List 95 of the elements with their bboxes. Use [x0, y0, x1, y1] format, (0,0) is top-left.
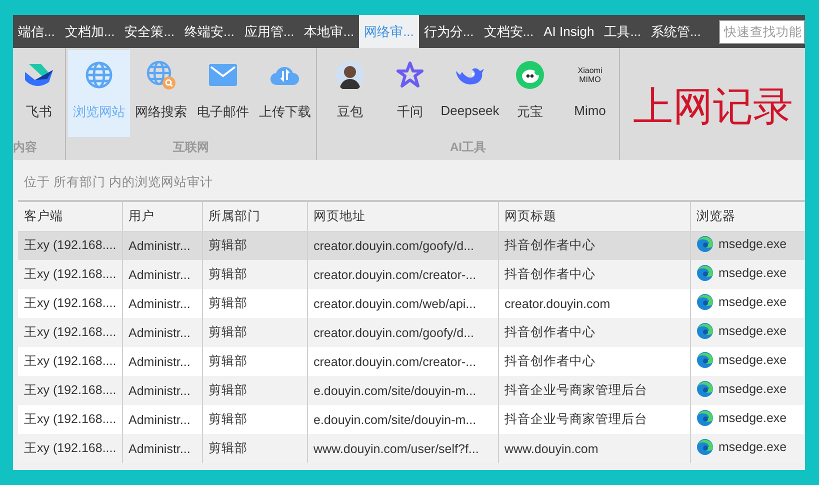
envelope-icon — [209, 64, 237, 86]
menu-tab[interactable]: 文档加... — [60, 15, 120, 48]
globe-search-icon — [146, 60, 176, 90]
browser-name: msedge.exe — [718, 324, 787, 338]
browser-icon — [696, 352, 712, 368]
menu-tab[interactable]: 本地审... — [299, 15, 360, 48]
table-cell: 抖音企业号商家管理后台 — [498, 405, 690, 434]
overlay-caption: 上网记录 — [633, 87, 793, 127]
table-cell: www.douyin.com — [498, 434, 690, 463]
menu-tab[interactable]: 文档安... — [478, 15, 539, 48]
browser-name: msedge.exe — [718, 295, 787, 309]
browser-icon — [696, 265, 712, 281]
browser-icon — [696, 410, 712, 426]
table-cell: Administr... — [122, 376, 202, 405]
table-cell: Administr... — [122, 260, 202, 289]
browser-icon — [696, 323, 712, 339]
table-cell: 抖音创作者中心 — [498, 260, 690, 289]
table-cell: creator.douyin.com/creator-... — [307, 260, 498, 289]
table-cell: 王xy (192.168.... — [18, 405, 122, 434]
browser-icon — [696, 381, 712, 397]
group-label: 互联网 — [172, 139, 210, 156]
column-header[interactable]: 所属部门 — [202, 202, 307, 231]
menu-tab[interactable]: 系统管... — [646, 15, 706, 48]
globe-icon — [85, 61, 113, 89]
table-cell: 王xy (192.168.... — [18, 231, 122, 260]
browser-name: msedge.exe — [718, 440, 787, 454]
browser-name: msedge.exe — [718, 353, 787, 367]
table-cell: Administr... — [122, 289, 202, 318]
browser-icon — [696, 439, 712, 455]
table-cell: 王xy (192.168.... — [18, 289, 122, 318]
browser-icon — [696, 294, 712, 310]
table-cell: 抖音创作者中心 — [498, 318, 690, 347]
table-cell: Administr... — [122, 318, 202, 347]
table-cell: 王xy (192.168.... — [18, 434, 122, 463]
ribbon-button[interactable]: 豆包 — [321, 50, 379, 137]
ribbon-button[interactable]: 上传下载 — [254, 50, 316, 137]
table-cell: 剪辑部 — [202, 318, 307, 347]
search-field[interactable]: 快速查找功能 — [719, 20, 805, 44]
browser-name: msedge.exe — [718, 411, 787, 425]
column-header[interactable]: 网页地址 — [307, 202, 498, 231]
menu-tab[interactable]: 端信... — [13, 15, 60, 48]
table-cell: 剪辑部 — [202, 231, 307, 260]
menu-tab[interactable]: 安全策... — [120, 15, 180, 48]
group-label: AI工具 — [449, 139, 487, 156]
browser-name: msedge.exe — [718, 382, 787, 396]
star-icon — [396, 61, 424, 89]
column-header[interactable]: 用户 — [122, 202, 202, 231]
table-cell: e.douyin.com/site/douyin-m... — [307, 405, 498, 434]
browser-name: msedge.exe — [718, 237, 787, 252]
cloud-icon — [270, 64, 300, 86]
table-cell: 抖音创作者中心 — [498, 347, 690, 376]
table-cell: 王xy (192.168.... — [18, 260, 122, 289]
column-header[interactable]: 客户端 — [18, 202, 122, 231]
table-cell: creator.douyin.com/web/api... — [307, 289, 498, 318]
bird-icon — [24, 63, 54, 87]
browser-icon — [696, 236, 712, 252]
column-header[interactable]: 浏览器 — [690, 202, 805, 231]
ribbon-button[interactable]: 网络搜索 — [130, 50, 192, 137]
table-cell: 剪辑部 — [202, 405, 307, 434]
ribbon-button[interactable]: 飞书 — [13, 50, 65, 137]
table-cell: 王xy (192.168.... — [18, 376, 122, 405]
table-cell: 剪辑部 — [202, 347, 307, 376]
column-header[interactable]: 网页标题 — [498, 202, 690, 231]
table-cell: creator.douyin.com — [498, 289, 690, 318]
menu-tab[interactable]: 行为分... — [418, 15, 479, 48]
browser-name: msedge.exe — [718, 266, 787, 280]
menu-tab[interactable]: 应用管... — [239, 15, 300, 48]
table-cell: Administr... — [122, 405, 202, 434]
table-cell: 剪辑部 — [202, 434, 307, 463]
avatar-icon — [336, 61, 364, 89]
ribbon-button[interactable]: 千问 — [381, 50, 439, 137]
ribbon-button[interactable]: 电子邮件 — [192, 50, 254, 137]
table-cell: www.douyin.com/user/self?f... — [307, 434, 498, 463]
table-cell: 抖音创作者中心 — [498, 231, 690, 260]
table-cell: Administr... — [122, 231, 202, 260]
menu-tab[interactable]: 终端安... — [180, 15, 240, 48]
table-cell: 王xy (192.168.... — [18, 347, 122, 376]
table-cell: 剪辑部 — [202, 376, 307, 405]
menu-tab[interactable]: 工具... — [599, 15, 646, 48]
table-cell: Administr... — [122, 434, 202, 463]
menu-tab[interactable]: AI Insigh — [538, 15, 600, 48]
table-cell: 抖音企业号商家管理后台 — [498, 376, 690, 405]
group-label: 内容 — [13, 139, 38, 156]
table-cell: creator.douyin.com/creator-... — [307, 347, 498, 376]
table-cell: 剪辑部 — [202, 260, 307, 289]
ribbon-button[interactable]: Xiaomi MIMO Mimo — [561, 50, 619, 137]
logo-text: Xiaomi MIMO — [578, 66, 602, 84]
ribbon-button[interactable]: 元宝 — [501, 50, 559, 137]
table-cell: 王xy (192.168.... — [18, 318, 122, 347]
ribbon-button[interactable]: Deepseek — [441, 50, 499, 137]
table-cell: creator.douyin.com/goofy/d... — [307, 318, 498, 347]
table-cell: e.douyin.com/site/douyin-m... — [307, 376, 498, 405]
table-cell: 剪辑部 — [202, 289, 307, 318]
table-cell: creator.douyin.com/goofy/d... — [307, 231, 498, 260]
table-cell: Administr... — [122, 347, 202, 376]
